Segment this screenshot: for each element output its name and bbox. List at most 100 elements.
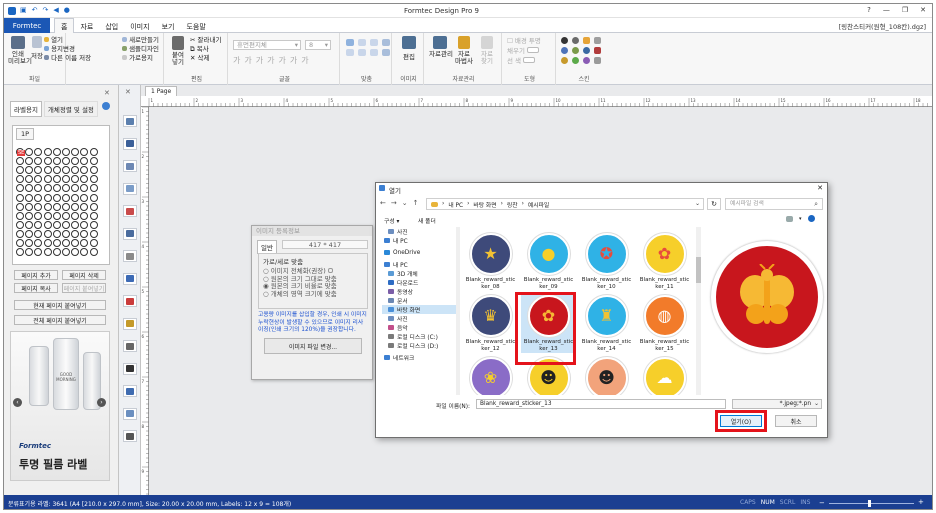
label-cell[interactable] <box>89 239 98 247</box>
chart-tool-icon[interactable] <box>123 205 137 217</box>
scroll-thumb[interactable] <box>696 257 701 283</box>
label-cell[interactable] <box>52 239 61 247</box>
label-cell[interactable] <box>80 193 89 202</box>
app-menu-button[interactable]: Formtec <box>4 18 50 33</box>
label-cell[interactable] <box>25 239 34 247</box>
label-cell[interactable] <box>52 157 61 166</box>
file-item[interactable]: ✿ Blank_reward_sticker_11 <box>637 233 692 291</box>
skin-swatch-icon[interactable] <box>594 37 601 44</box>
skin-swatch-icon[interactable] <box>561 57 568 64</box>
label-cell[interactable] <box>80 229 89 238</box>
label-cell[interactable] <box>43 148 52 156</box>
undo-icon[interactable]: ↶ <box>32 6 38 14</box>
label-cell[interactable] <box>80 211 89 220</box>
nav-item[interactable]: 바탕 화면 <box>382 305 456 314</box>
file-scrollbar[interactable] <box>696 227 701 395</box>
tab-view[interactable]: 보기 <box>156 18 181 33</box>
file-item[interactable]: ☻ <box>579 357 634 395</box>
label-cell[interactable] <box>62 175 70 184</box>
label-cell[interactable] <box>62 166 70 175</box>
label-cell[interactable] <box>43 166 52 175</box>
star-icon[interactable] <box>583 37 590 44</box>
label-cell[interactable] <box>52 166 61 175</box>
up-arrow-icon[interactable]: ↑ <box>413 199 419 207</box>
outline-icon[interactable]: 가 <box>290 55 297 66</box>
label-cell[interactable] <box>43 220 52 229</box>
data-find-button[interactable]: 자료 찾기 <box>477 36 497 65</box>
label-cell[interactable] <box>71 193 80 202</box>
restore-icon[interactable]: ❐ <box>902 6 908 14</box>
data-manage-button[interactable]: 자료관리 <box>429 36 453 58</box>
fit-option-4[interactable]: ○ 개체의 영역 크기에 맞춤 <box>263 290 363 299</box>
label-cell[interactable] <box>80 184 89 193</box>
label-cell[interactable] <box>71 175 80 184</box>
label-cell[interactable] <box>25 193 34 202</box>
nav-item[interactable]: 문서 <box>382 296 456 305</box>
label-cell[interactable] <box>71 239 80 247</box>
shape-tool-icon[interactable] <box>123 430 137 442</box>
help-icon[interactable]: ? <box>867 6 871 14</box>
file-item[interactable]: ☁ <box>637 357 692 395</box>
label-cell[interactable] <box>62 202 70 211</box>
circle-icon[interactable]: ● <box>64 6 70 14</box>
label-cell[interactable] <box>62 184 70 193</box>
label-cell[interactable] <box>52 148 61 156</box>
paste-button[interactable]: 붙여 넣기 <box>170 36 186 66</box>
file-item[interactable]: ◍ Blank_reward_sticker_15 <box>637 295 692 353</box>
file-item[interactable]: ♛ Blank_reward_sticker_12 <box>463 295 518 353</box>
align-justify-icon[interactable] <box>382 39 390 46</box>
zoom-slider[interactable] <box>829 503 914 504</box>
label-cell[interactable] <box>34 229 43 238</box>
label-cell[interactable] <box>34 193 43 202</box>
font-color-icon[interactable]: 가 <box>301 55 308 66</box>
fill-color-button[interactable]: 채우기 <box>507 46 541 56</box>
strike-icon[interactable]: 가 <box>267 55 274 66</box>
carousel-prev-icon[interactable]: ‹ <box>13 398 22 407</box>
skin-swatch-icon[interactable] <box>572 57 579 64</box>
sample-design-button[interactable]: 샘플디자인 <box>122 45 159 54</box>
minimize-icon[interactable]: — <box>883 6 890 14</box>
label-cell[interactable] <box>80 202 89 211</box>
shadow-icon[interactable]: 가 <box>279 55 286 66</box>
label-cell[interactable] <box>62 193 70 202</box>
label-cell[interactable] <box>34 175 43 184</box>
nav-item[interactable]: 네트워크 <box>382 353 456 362</box>
barcode-tool-icon[interactable] <box>123 272 137 285</box>
label-cell[interactable] <box>80 157 89 166</box>
file-item[interactable]: ❀ <box>463 357 518 395</box>
align-left-icon[interactable] <box>346 39 354 46</box>
font-size-select[interactable]: 8 ▾ <box>305 40 331 50</box>
label-cell[interactable] <box>89 248 98 257</box>
file-item[interactable]: ● Blank_reward_sticker_09 <box>521 233 576 291</box>
label-cell[interactable] <box>52 211 61 220</box>
back-arrow-icon[interactable]: ← <box>380 199 386 207</box>
skin-swatch-icon[interactable] <box>594 57 601 64</box>
label-cell[interactable] <box>16 193 24 202</box>
image-tool-icon[interactable] <box>123 137 137 150</box>
tab-insert[interactable]: 삽입 <box>99 18 124 33</box>
dialog-close-icon[interactable]: ✕ <box>817 184 823 192</box>
label-cell[interactable] <box>71 211 80 220</box>
align-middle-icon[interactable] <box>358 49 366 56</box>
nav-item[interactable]: 로컬 디스크 (D:) <box>382 341 456 350</box>
skin-swatch-icon[interactable] <box>583 47 590 54</box>
label-cell[interactable] <box>89 166 98 175</box>
align-bottom-icon[interactable] <box>370 49 378 56</box>
label-cell[interactable] <box>52 184 61 193</box>
help-icon[interactable] <box>807 215 815 222</box>
label-cell[interactable] <box>16 166 24 175</box>
label-cell[interactable] <box>25 175 34 184</box>
label-cell[interactable] <box>80 148 89 156</box>
label-cell[interactable] <box>80 239 89 247</box>
image-edit-button[interactable]: 편집 <box>401 36 417 61</box>
label-cell[interactable] <box>16 184 24 193</box>
label-cell[interactable] <box>89 229 98 238</box>
label-cell[interactable] <box>71 220 80 229</box>
label-cell[interactable] <box>62 211 70 220</box>
lock-tool-icon[interactable] <box>123 317 137 330</box>
breadcrumb-item[interactable]: 예시파일 <box>528 200 549 209</box>
print-preview-button[interactable]: 인쇄 미리보기 <box>8 36 32 65</box>
align-center-icon[interactable] <box>358 39 366 46</box>
page-tab-1p[interactable]: 1P <box>16 128 35 140</box>
label-cell[interactable] <box>43 239 52 247</box>
